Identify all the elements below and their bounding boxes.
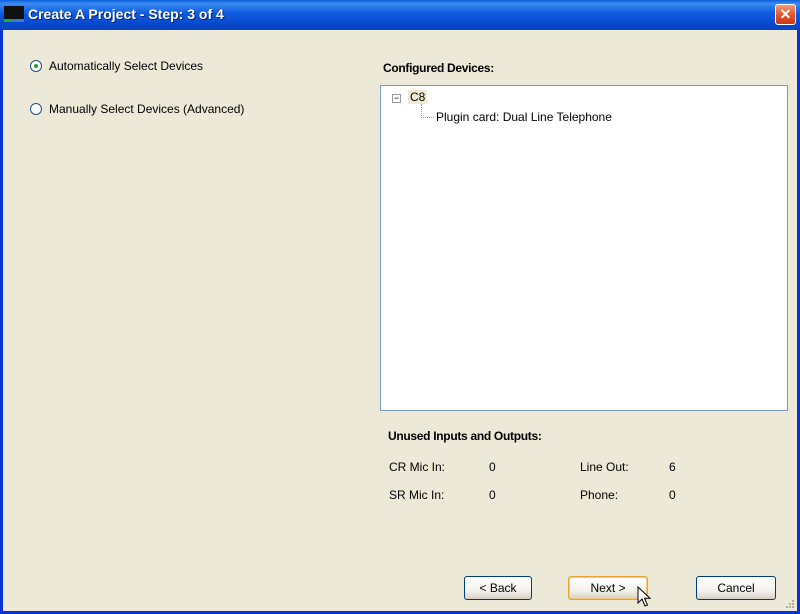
manual-select-radio[interactable] [30,103,42,115]
tree-connector [421,117,434,118]
sr-mic-in-value: 0 [489,488,496,502]
wizard-window: Create A Project - Step: 3 of 4 ✕ Automa… [0,0,800,614]
app-icon [4,6,24,22]
mouse-pointer-icon [637,586,652,607]
configured-devices-heading: Configured Devices: [383,61,494,75]
line-out-label: Line Out: [580,460,629,474]
tree-node-plugin-card[interactable]: Plugin card: Dual Line Telephone [436,110,612,124]
auto-select-label: Automatically Select Devices [49,59,204,73]
close-button[interactable]: ✕ [775,4,796,25]
back-button[interactable]: < Back [464,576,532,600]
auto-select-radio[interactable] [30,60,42,72]
resize-grip-icon[interactable] [785,599,795,609]
tree-connector [421,104,422,118]
manual-select-label: Manually Select Devices (Advanced) [49,102,245,116]
window-title: Create A Project - Step: 3 of 4 [28,6,224,22]
auto-select-option[interactable]: Automatically Select Devices [30,59,203,73]
cr-mic-in-label: CR Mic In: [389,460,446,474]
collapse-icon[interactable]: − [392,94,401,103]
tree-node-c8[interactable]: C8 [408,90,428,104]
phone-label: Phone: [580,488,619,502]
radio-selected-dot [34,64,38,68]
configured-devices-tree[interactable]: − C8 Plugin card: Dual Line Telephone [380,85,788,411]
cancel-button[interactable]: Cancel [696,576,776,600]
cr-mic-in-value: 0 [489,460,496,474]
phone-value: 0 [669,488,676,502]
manual-select-option[interactable]: Manually Select Devices (Advanced) [30,102,244,116]
sr-mic-in-label: SR Mic In: [389,488,445,502]
line-out-value: 6 [669,460,676,474]
title-bar[interactable]: Create A Project - Step: 3 of 4 ✕ [0,0,800,30]
unused-io-heading: Unused Inputs and Outputs: [388,429,542,443]
next-button[interactable]: Next > [568,576,648,600]
